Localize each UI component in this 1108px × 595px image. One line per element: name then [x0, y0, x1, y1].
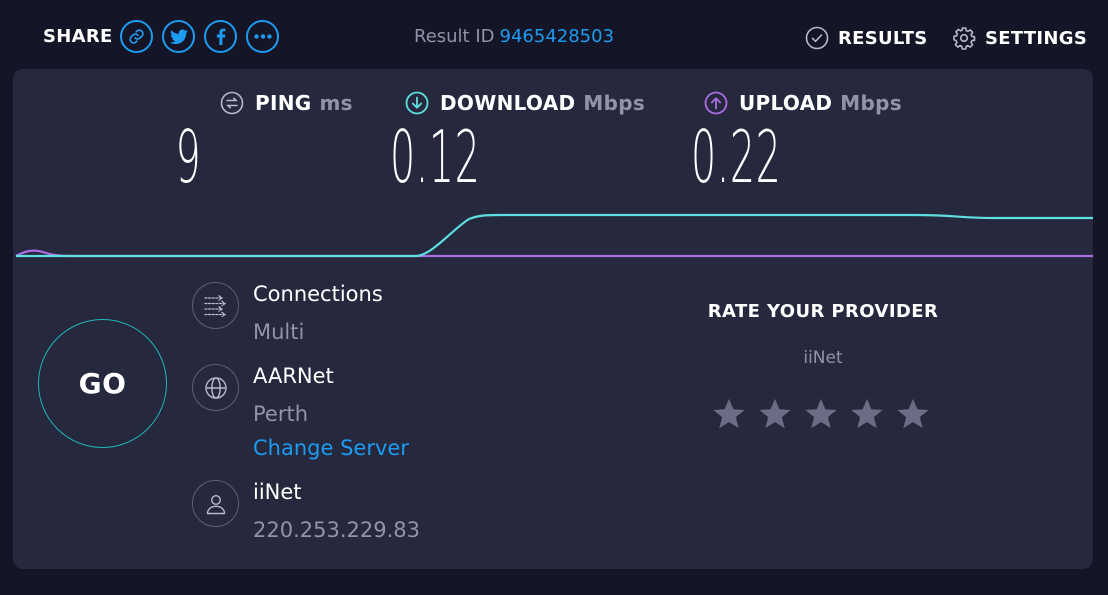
rate-provider-title: RATE YOUR PROVIDER: [707, 301, 939, 322]
results-button[interactable]: RESULTS: [805, 26, 928, 50]
ping-value: 9: [175, 115, 202, 199]
star-icon[interactable]: [849, 396, 885, 432]
share-icons: [120, 20, 279, 53]
facebook-icon[interactable]: [204, 20, 237, 53]
isp-row: iiNet 220.253.229.83: [192, 480, 420, 544]
go-button[interactable]: GO: [38, 319, 167, 448]
settings-button[interactable]: SETTINGS: [952, 26, 1087, 50]
result-id-value[interactable]: 9465428503: [500, 26, 615, 47]
globe-icon: [192, 364, 239, 411]
ping-icon: [220, 91, 244, 115]
download-unit: Mbps: [583, 91, 646, 115]
user-icon: [192, 480, 239, 527]
server-row: AARNet Perth Change Server: [192, 364, 409, 462]
result-id-label: Result ID: [414, 26, 495, 47]
settings-label: SETTINGS: [985, 27, 1088, 49]
share-label: SHARE: [43, 26, 113, 47]
check-circle-icon: [805, 26, 829, 50]
ping-metric: PING ms 9: [176, 91, 353, 193]
connections-icon[interactable]: [192, 282, 239, 329]
connections-label: Connections: [253, 282, 383, 306]
upload-value: 0.22: [690, 115, 782, 199]
gear-icon: [952, 26, 976, 50]
download-line: [16, 213, 1093, 258]
isp-ip: 220.253.229.83: [253, 518, 420, 542]
results-label: RESULTS: [838, 27, 928, 49]
download-icon: [405, 91, 429, 115]
result-panel: PING ms 9 DOWNLOAD Mbps 0.12 UPLOAD Mbps…: [13, 69, 1093, 569]
star-icon[interactable]: [711, 396, 747, 432]
upload-metric: UPLOAD Mbps 0.22: [691, 91, 902, 193]
download-value: 0.12: [389, 115, 481, 199]
more-icon[interactable]: [246, 20, 279, 53]
speed-graph: [15, 213, 1093, 258]
result-id: Result ID 9465428503: [414, 26, 614, 47]
star-icon[interactable]: [803, 396, 839, 432]
connections-row: Connections Multi: [192, 282, 383, 346]
ping-label: PING: [255, 91, 312, 115]
rate-provider-name: iiNet: [803, 348, 843, 368]
connections-value: Multi: [253, 320, 305, 344]
star-rating: [711, 396, 931, 432]
server-location: Perth: [253, 402, 309, 426]
download-metric: DOWNLOAD Mbps 0.12: [390, 91, 646, 193]
upload-label: UPLOAD: [739, 91, 833, 115]
server-name: AARNet: [253, 364, 334, 388]
upload-unit: Mbps: [840, 91, 902, 115]
ping-unit: ms: [319, 91, 353, 115]
link-icon[interactable]: [120, 20, 153, 53]
isp-name: iiNet: [253, 480, 302, 504]
top-bar: SHARE Result ID 9465428503 RESULTS SETTI…: [0, 0, 1108, 70]
upload-icon: [704, 91, 728, 115]
star-icon[interactable]: [895, 396, 931, 432]
change-server-link[interactable]: Change Server: [253, 434, 409, 462]
star-icon[interactable]: [757, 396, 793, 432]
twitter-icon[interactable]: [162, 20, 195, 53]
download-label: DOWNLOAD: [440, 91, 576, 115]
